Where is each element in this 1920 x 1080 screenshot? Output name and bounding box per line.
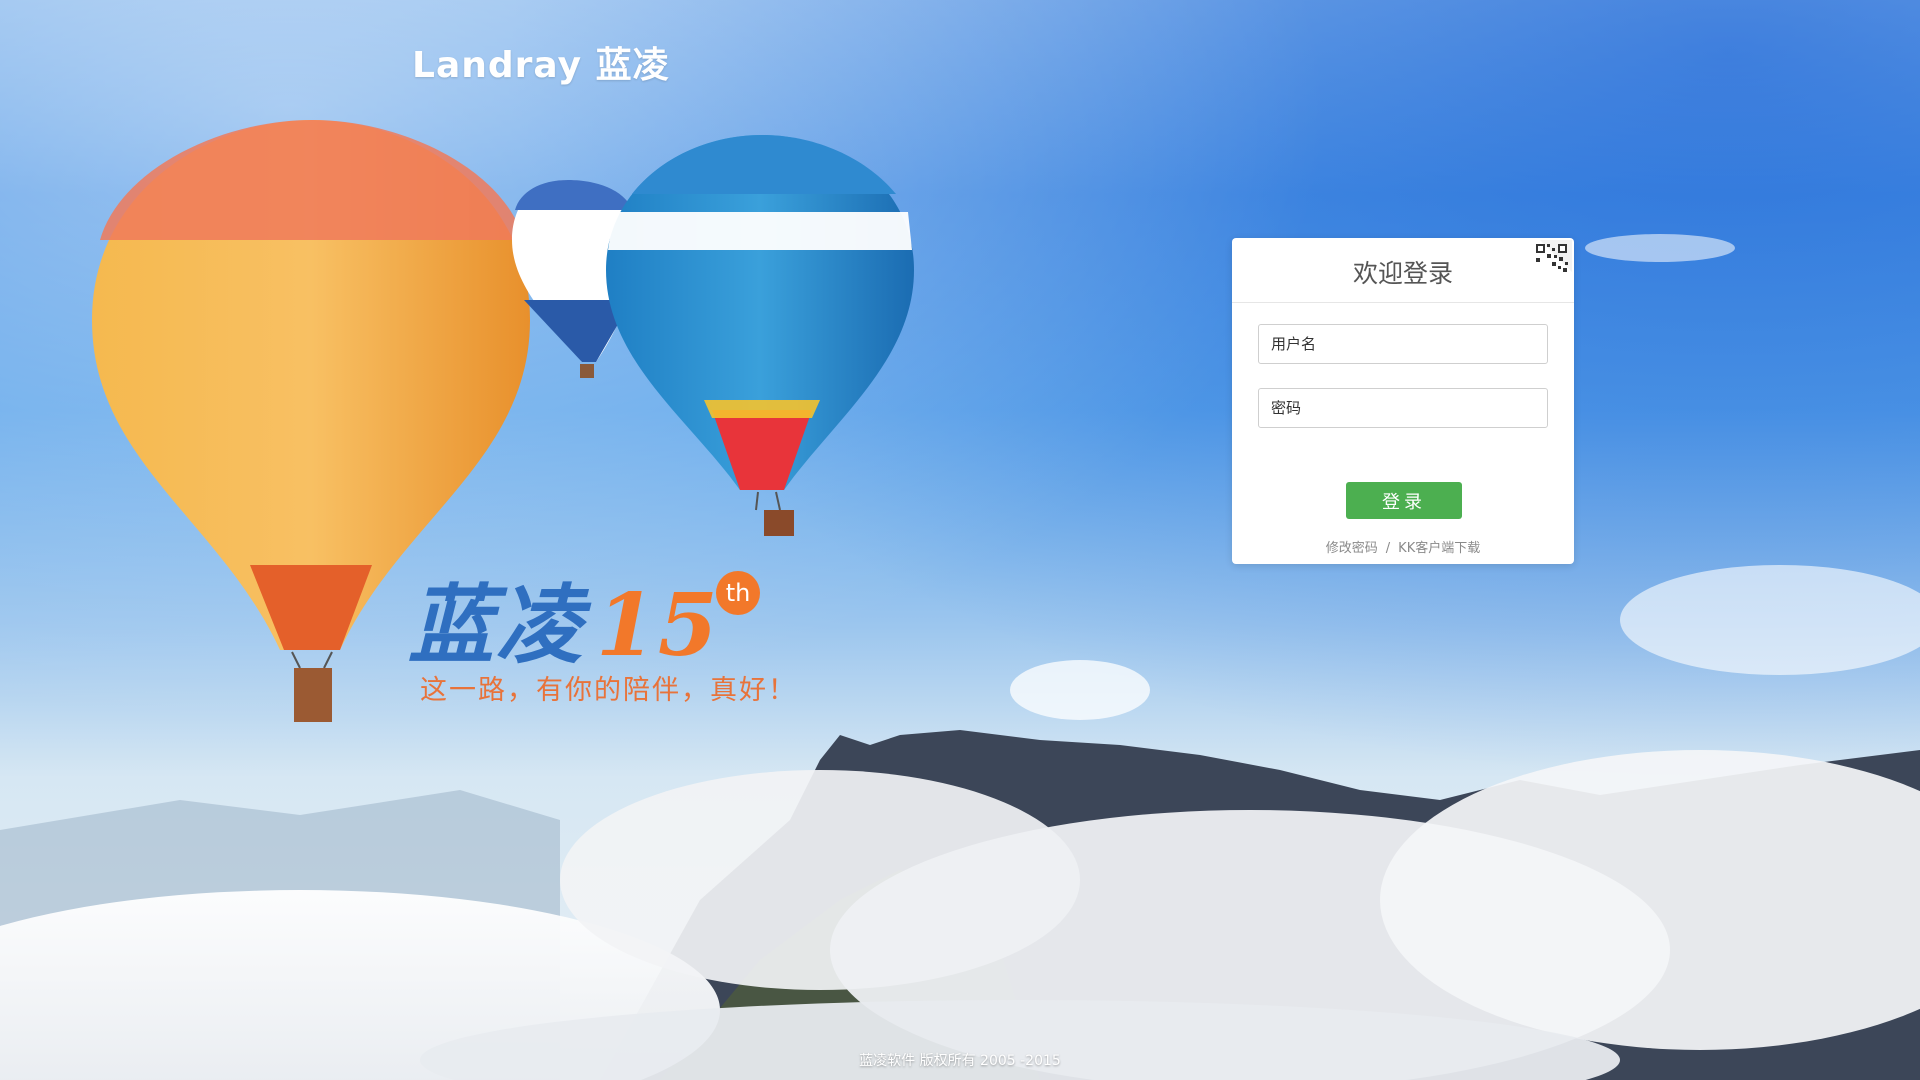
link-separator: / <box>1385 541 1391 556</box>
slogan-title: 蓝凌 15 <box>408 555 720 680</box>
blue-balloon-basket <box>764 510 794 536</box>
cloud <box>1620 565 1920 675</box>
brand-logo: Landray 蓝凌 <box>412 45 670 86</box>
password-input[interactable] <box>1258 388 1548 428</box>
qr-code-icon[interactable] <box>1532 240 1572 276</box>
scenery-illustration <box>0 120 1920 1080</box>
slogan-title-number: 15 <box>596 575 720 676</box>
cloud <box>1585 234 1735 262</box>
login-button[interactable]: 登录 <box>1346 482 1462 519</box>
login-title: 欢迎登录 <box>1352 259 1453 288</box>
superscript-badge: th <box>716 571 760 615</box>
login-header: 欢迎登录 <box>1232 238 1574 303</box>
copyright-text: 蓝凌软件 版权所有 2005 -2015 <box>859 1053 1061 1069</box>
orange-balloon-basket <box>294 668 332 722</box>
change-password-link[interactable]: 修改密码 <box>1326 541 1378 556</box>
kk-download-link[interactable]: KK客户端下载 <box>1398 541 1480 556</box>
login-links: 修改密码 / KK客户端下载 <box>1232 537 1574 556</box>
username-input[interactable] <box>1258 324 1548 364</box>
login-panel: 欢迎登录 登录 修 <box>1232 238 1574 564</box>
slogan-title-text: 蓝凌 <box>408 575 584 676</box>
orange-balloon-band <box>250 565 372 650</box>
slogan-subtitle: 这一路，有你的陪伴，真好！ <box>420 675 797 706</box>
orange-balloon-top <box>100 120 524 240</box>
login-page: Landray 蓝凌 蓝凌 15 th 这一路，有你的陪伴，真好！ 欢迎登录 用… <box>0 0 1920 1080</box>
cloud <box>1010 660 1150 720</box>
